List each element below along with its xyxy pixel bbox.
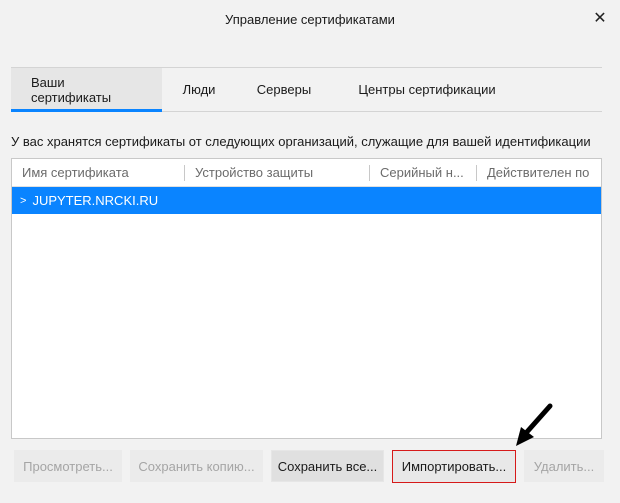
column-header-name[interactable]: Имя сертификата <box>12 165 184 181</box>
description-text: У вас хранятся сертификаты от следующих … <box>11 134 591 149</box>
certificate-table: Имя сертификата Устройство защиты Серийн… <box>11 158 602 439</box>
tab-people[interactable]: Люди <box>162 68 236 111</box>
close-icon: ✕ <box>593 10 607 27</box>
column-header-serial[interactable]: Серийный н... <box>369 164 476 181</box>
tab-authorities[interactable]: Центры сертификации <box>332 68 522 111</box>
annotation-arrow-icon <box>516 403 553 446</box>
tab-bar: Ваши сертификаты Люди Серверы Центры сер… <box>11 67 602 112</box>
tab-servers[interactable]: Серверы <box>236 68 332 111</box>
close-button[interactable]: ✕ <box>588 6 612 30</box>
import-button[interactable]: Импортировать... <box>392 450 516 483</box>
tab-label: Ваши сертификаты <box>31 74 112 105</box>
tab-label: Серверы <box>256 82 312 97</box>
chevron-right-icon[interactable]: > <box>20 195 26 207</box>
table-header: Имя сертификата Устройство защиты Серийн… <box>12 159 601 187</box>
title-bar: Управление сертификатами ✕ <box>0 0 620 38</box>
view-button[interactable]: Просмотреть... <box>14 450 122 482</box>
column-header-expires[interactable]: Действителен по <box>476 164 601 181</box>
button-row: Просмотреть... Сохранить копию... Сохран… <box>0 450 620 483</box>
backup-button[interactable]: Сохранить копию... <box>130 450 263 482</box>
table-row[interactable]: > JUPYTER.NRCKI.RU <box>12 187 601 214</box>
row-certificate-name: JUPYTER.NRCKI.RU <box>32 193 159 208</box>
column-header-device[interactable]: Устройство защиты <box>184 164 369 181</box>
tab-label: Центры сертификации <box>358 82 496 97</box>
dialog-title: Управление сертификатами <box>225 11 395 27</box>
delete-button[interactable]: Удалить... <box>524 450 604 482</box>
backup-all-button[interactable]: Сохранить все... <box>271 450 384 482</box>
tab-your-certificates[interactable]: Ваши сертификаты <box>11 68 162 112</box>
tab-label: Люди <box>182 82 216 97</box>
